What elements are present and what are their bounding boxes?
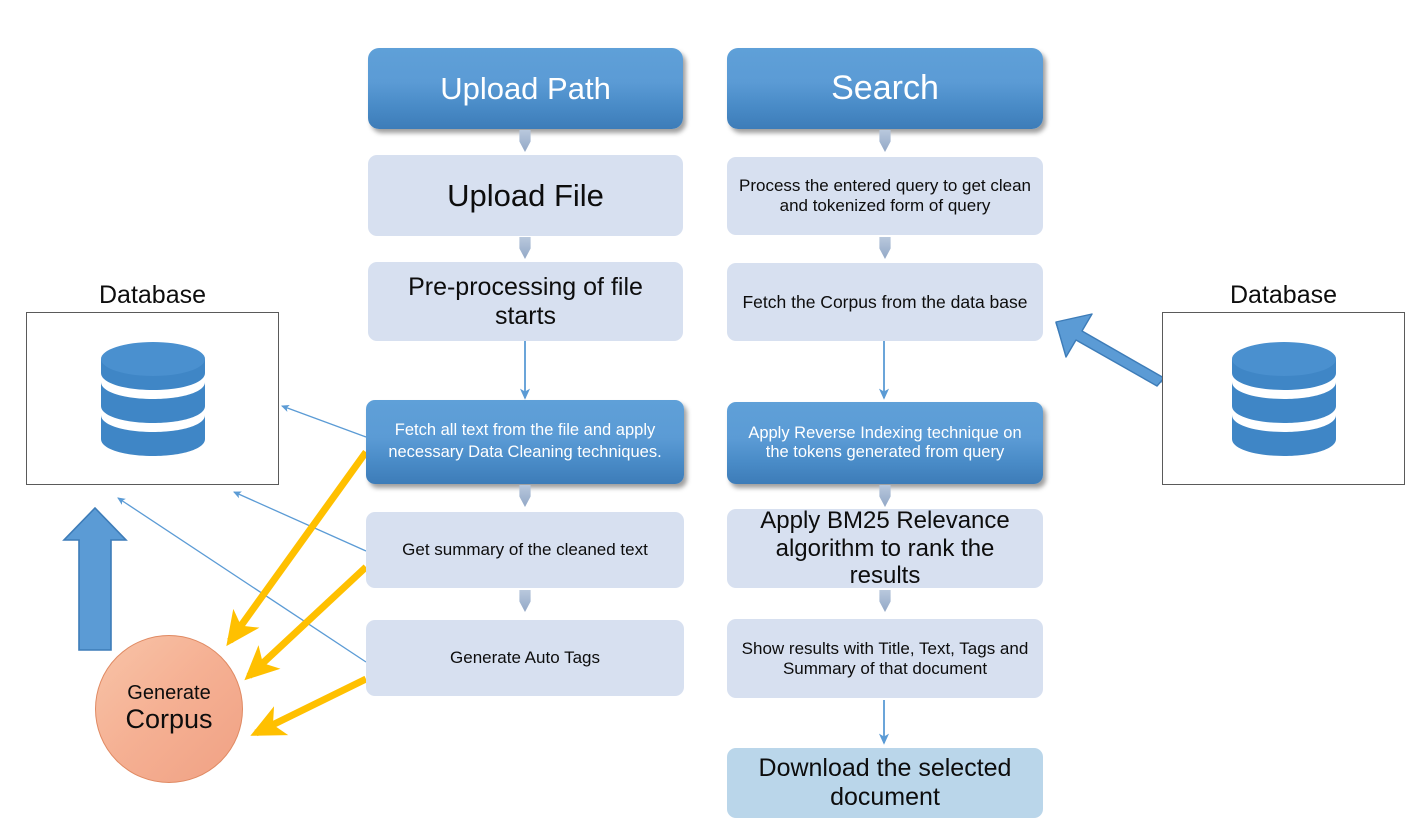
edge-corpus-to-database-block-arrow [62, 506, 128, 651]
upload-step-upload-file[interactable]: Upload File [368, 155, 683, 236]
database-cylinder-icon [100, 341, 205, 456]
upload-step-get-summary-label: Get summary of the cleaned text [402, 540, 648, 560]
search-step-bm25-label: Apply BM25 Relevance algorithm to rank t… [760, 506, 1010, 590]
generate-corpus-node[interactable]: Generate Corpus [95, 635, 243, 783]
upload-path-header[interactable]: Upload Path [368, 48, 683, 129]
search-step-reverse-indexing[interactable]: Apply Reverse Indexing technique on the … [727, 402, 1043, 484]
search-step-reverse-indexing-label: Apply Reverse Indexing technique on the … [748, 423, 1022, 461]
search-step-process-query-label: Process the entered query to get clean a… [738, 176, 1031, 215]
edge-autotags-to-corpus [250, 675, 368, 737]
upload-path-header-label: Upload Path [440, 70, 611, 106]
left-database-group: Database [26, 283, 279, 485]
edge-right-database-to-fetchcorpus-block-arrow [1055, 313, 1165, 387]
database-cylinder-icon [1231, 341, 1336, 456]
search-step-download[interactable]: Download the selected document [727, 748, 1043, 818]
generate-corpus-line2: Corpus [125, 704, 213, 735]
generate-corpus-line1: Generate [127, 682, 211, 705]
connector-chevron-search-4 [879, 590, 891, 612]
left-database-box[interactable] [26, 312, 279, 485]
flowchart-canvas: Upload Path Upload File Pre-processing o… [0, 0, 1427, 840]
search-step-download-label: Download the selected document [758, 754, 1012, 811]
search-step-fetch-corpus-label: Fetch the Corpus from the data base [742, 291, 1028, 312]
edge-summary-to-corpus [244, 564, 369, 681]
right-database-group: Database [1162, 283, 1405, 485]
upload-step-preprocessing-label: Pre-processing of file starts [408, 272, 643, 330]
connector-chevron-search-2 [879, 237, 891, 259]
upload-step-get-summary[interactable]: Get summary of the cleaned text [366, 512, 684, 588]
upload-step-auto-tags[interactable]: Generate Auto Tags [366, 620, 684, 696]
right-database-label: Database [1229, 281, 1338, 309]
connector-chevron-upload-4 [519, 590, 531, 612]
search-header[interactable]: Search [727, 48, 1043, 129]
search-step-bm25[interactable]: Apply BM25 Relevance algorithm to rank t… [727, 506, 1043, 590]
search-step-fetch-corpus[interactable]: Fetch the Corpus from the data base [727, 263, 1043, 341]
edge-summary-to-database [233, 491, 367, 552]
connector-chevron-search-1 [879, 130, 891, 152]
upload-step-fetch-text-label: Fetch all text from the file and apply n… [388, 421, 662, 461]
upload-step-preprocessing[interactable]: Pre-processing of file starts [368, 262, 683, 341]
connector-chevron-upload-3 [519, 485, 531, 507]
right-database-box[interactable] [1162, 312, 1405, 485]
search-step-show-results[interactable]: Show results with Title, Text, Tags and … [727, 619, 1043, 698]
connector-chevron-search-3 [879, 485, 891, 507]
connector-chevron-upload-1 [519, 130, 531, 152]
edge-fetchtext-to-database [281, 405, 367, 438]
search-step-process-query[interactable]: Process the entered query to get clean a… [727, 157, 1043, 235]
upload-step-fetch-text[interactable]: Fetch all text from the file and apply n… [366, 400, 684, 484]
connector-chevron-upload-2 [519, 237, 531, 259]
upload-step-upload-file-label: Upload File [447, 177, 604, 213]
search-header-label: Search [831, 68, 939, 107]
upload-step-auto-tags-label: Generate Auto Tags [450, 648, 600, 668]
left-database-label: Database [98, 281, 207, 309]
search-step-show-results-label: Show results with Title, Text, Tags and … [741, 638, 1029, 678]
